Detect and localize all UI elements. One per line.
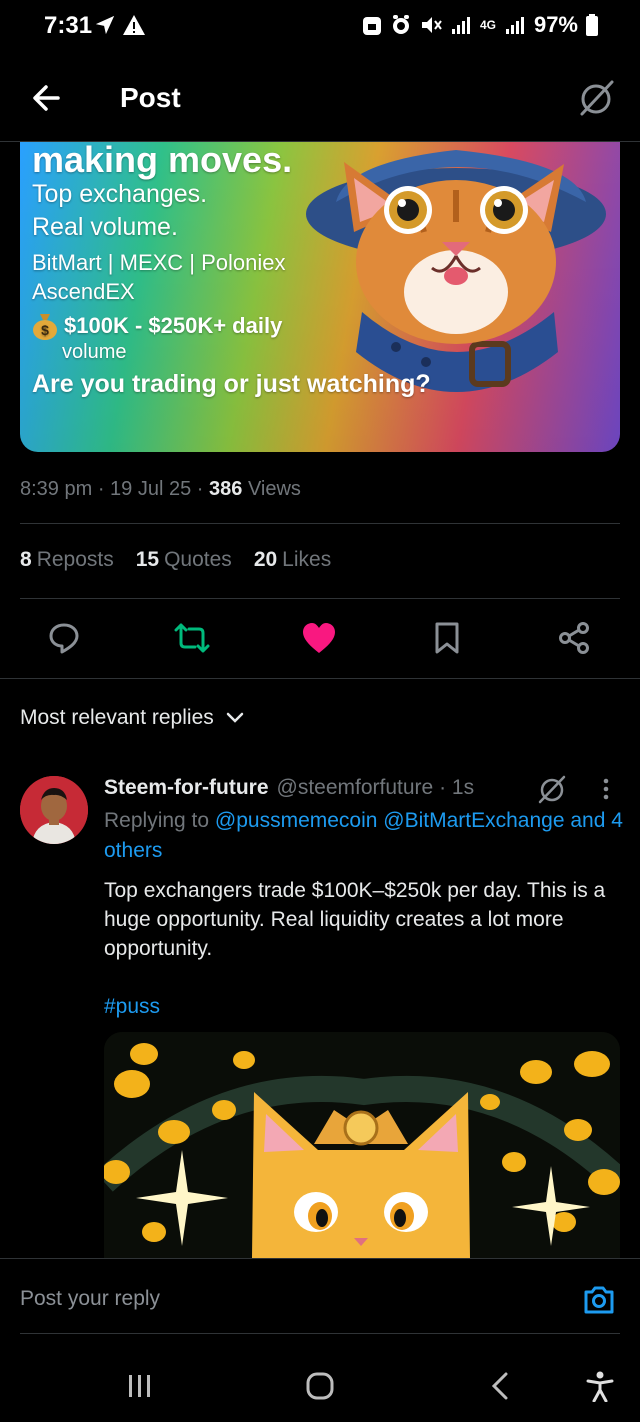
share-button[interactable] — [552, 616, 596, 660]
post-meta: 8:39 pm · 19 Jul 25 · 386 Views — [20, 478, 301, 500]
home-button[interactable] — [300, 1366, 340, 1406]
more-options-icon[interactable] — [596, 776, 616, 802]
share-icon — [559, 622, 589, 654]
alarm-icon — [392, 15, 409, 34]
post-date: 19 Jul 25 — [110, 478, 192, 500]
mute-icon — [421, 17, 442, 33]
mention-link[interactable]: @pussmemecoin — [215, 809, 378, 832]
banner-volume-line-1: $100K - $250K+ daily — [64, 313, 283, 338]
replying-prefix: Replying to — [104, 809, 210, 832]
page-title: Post — [120, 82, 181, 113]
likes-stat[interactable]: 20 Likes — [254, 548, 331, 572]
system-nav-bar — [0, 1346, 640, 1422]
replying-to: Replying to @pussmemecoin @BitMartExchan… — [104, 806, 624, 866]
status-left-icons — [94, 14, 146, 36]
location-arrow-icon — [95, 15, 115, 35]
status-time: 7:31 — [44, 12, 93, 39]
banner-line-1: Top exchanges. — [32, 180, 208, 208]
warning-icon — [123, 15, 145, 35]
divider — [0, 678, 640, 679]
banner-line-2: Real volume. — [32, 213, 178, 241]
reply-author-handle[interactable]: @steemforfuture — [277, 774, 434, 802]
chevron-left-icon — [491, 1372, 508, 1400]
banner-exchanges-1: BitMart | MEXC | Poloniex — [32, 250, 286, 275]
system-back-button[interactable] — [480, 1366, 520, 1406]
grok-icon[interactable] — [576, 78, 616, 118]
sort-label: Most relevant replies — [20, 706, 214, 729]
heart-icon — [303, 623, 335, 653]
reply-icon — [49, 623, 79, 654]
accessibility-button[interactable] — [580, 1366, 620, 1406]
reposts-label: Reposts — [36, 548, 114, 571]
banner-headline: making moves. — [32, 142, 293, 180]
battery-percent: 97% — [533, 12, 578, 37]
post-time: 8:39 pm — [20, 478, 93, 500]
banner-volume-row: $ $100K - $250K+ daily — [32, 312, 431, 340]
replies-sort-dropdown[interactable]: Most relevant replies — [20, 706, 244, 730]
grok-icon[interactable] — [536, 774, 568, 804]
banner-question: Are you trading or just watching? — [32, 370, 431, 398]
reply-time-sep: · — [433, 776, 452, 799]
lock-app-icon — [362, 17, 381, 35]
mention-link[interactable]: @BitMartExchange — [383, 809, 564, 832]
signal-icon-2 — [505, 17, 524, 34]
post-media-image[interactable]: making moves. Top exchanges. Real volume… — [20, 142, 620, 452]
views-count: 386 — [209, 478, 243, 500]
quotes-label: Quotes — [164, 548, 232, 571]
top-app-bar: Post — [0, 52, 640, 142]
repost-icon — [174, 623, 210, 653]
bookmark-icon — [435, 622, 459, 654]
banner-text-block: making moves. Top exchanges. Real volume… — [32, 142, 431, 400]
bookmark-button[interactable] — [425, 616, 469, 660]
svg-text:$: $ — [41, 322, 49, 338]
likes-label: Likes — [282, 548, 332, 571]
engagement-stats: 8 Reposts 15 Quotes 20 Likes — [20, 548, 331, 572]
money-bag-icon: $ — [33, 314, 57, 340]
back-arrow-icon[interactable] — [28, 78, 68, 118]
reply-input[interactable]: Post your reply — [20, 1287, 160, 1311]
reply-media-image[interactable] — [104, 1032, 620, 1258]
reply-item[interactable]: Steem-for-future @steemforfuture · 1s Re… — [104, 774, 624, 1019]
reposts-stat[interactable]: 8 Reposts — [20, 548, 114, 572]
accessibility-icon — [586, 1371, 614, 1402]
divider — [20, 523, 620, 524]
avatar[interactable] — [20, 776, 88, 844]
likes-count: 20 — [253, 548, 278, 571]
repost-button[interactable] — [170, 616, 214, 660]
camera-icon[interactable] — [582, 1283, 616, 1317]
reply-composer-bar: Post your reply — [0, 1258, 640, 1335]
status-bar: 7:31 4G 97% — [0, 0, 640, 52]
reply-button[interactable] — [42, 616, 86, 660]
home-icon — [306, 1372, 334, 1400]
recent-apps-button[interactable] — [120, 1366, 160, 1406]
divider — [20, 1333, 620, 1334]
reposts-count: 8 — [20, 548, 32, 571]
quotes-stat[interactable]: 15 Quotes — [136, 548, 232, 572]
status-right-icons: 4G 97% — [362, 12, 598, 38]
banner-exchanges-2: AscendEX — [32, 279, 135, 304]
like-button[interactable] — [297, 616, 341, 660]
reply-time: 1s — [451, 776, 475, 799]
signal-icon — [451, 17, 470, 34]
network-type: 4G — [479, 18, 496, 32]
post-action-bar — [0, 616, 640, 660]
divider — [20, 598, 620, 599]
banner-volume-line-2: volume — [62, 341, 127, 363]
hashtag-link[interactable]: #puss — [104, 995, 624, 1019]
chevron-down-icon — [226, 712, 243, 723]
recent-apps-icon — [129, 1375, 150, 1397]
views-label: Views — [247, 478, 301, 500]
battery-icon — [586, 14, 598, 36]
reply-text: Top exchangers trade $100K–$250k per day… — [104, 879, 606, 960]
quotes-count: 15 — [135, 548, 160, 571]
reply-author-name[interactable]: Steem-for-future — [104, 774, 269, 802]
